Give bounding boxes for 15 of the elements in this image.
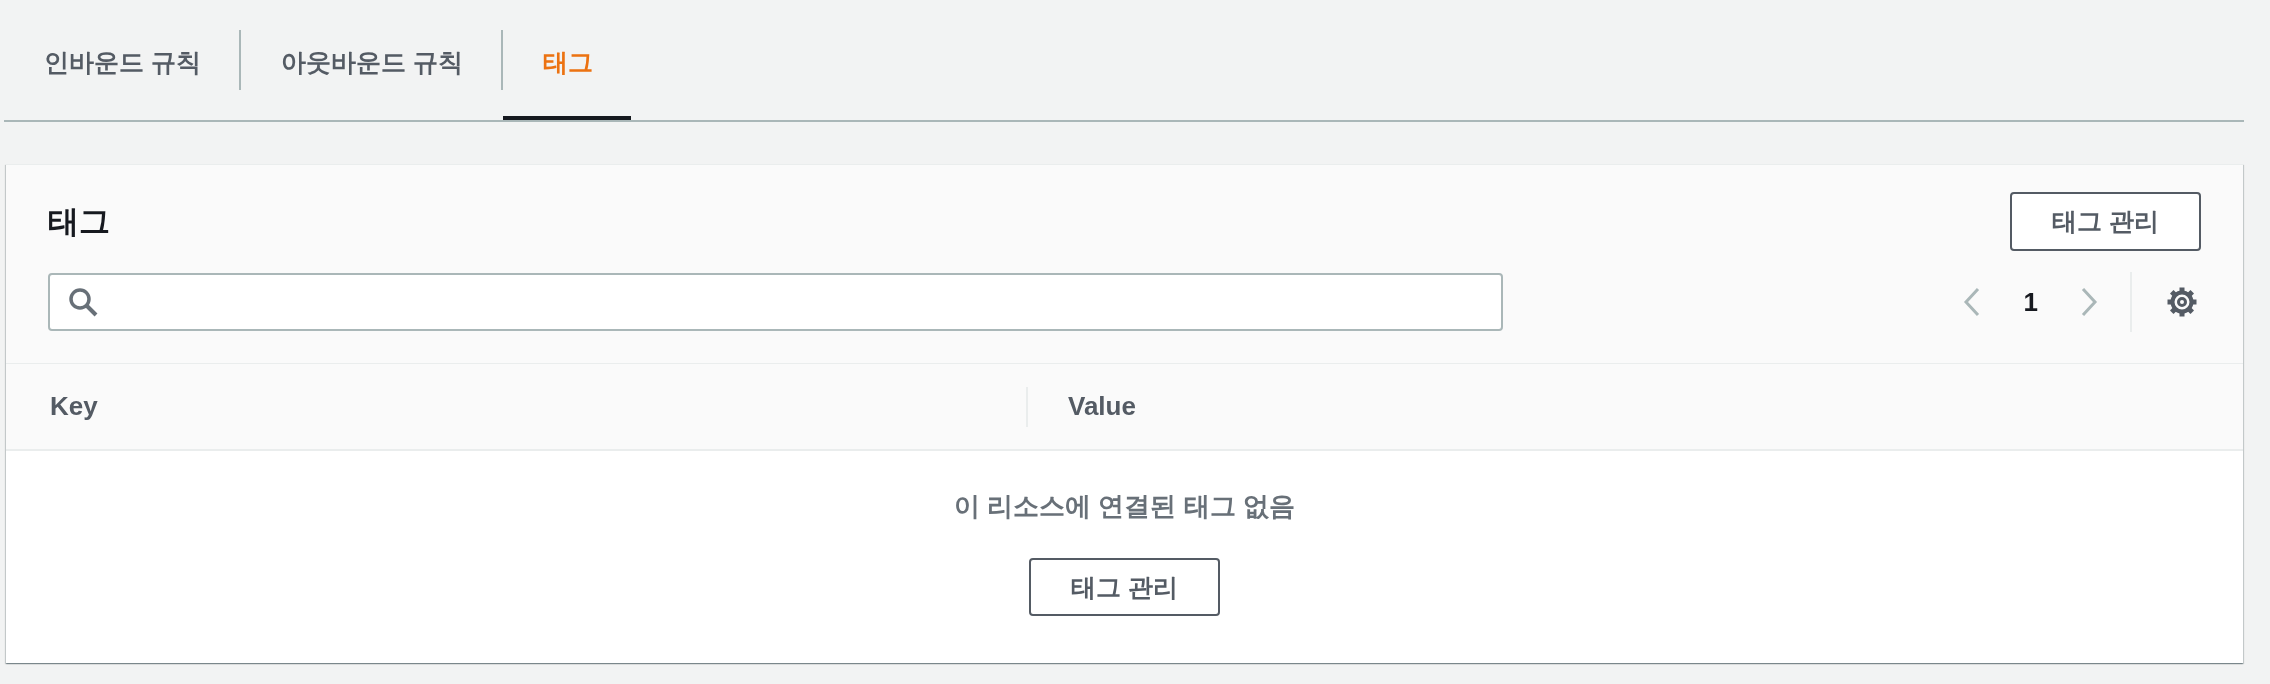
search-icon: [68, 287, 98, 317]
chevron-right-icon: [2080, 287, 2098, 317]
manage-tags-button[interactable]: 태그 관리: [1029, 558, 1220, 616]
empty-state-message: 이 리소스에 연결된 태그 없음: [954, 490, 1295, 523]
tab[interactable]: 아웃바운드 규칙: [240, 0, 501, 120]
search-field[interactable]: [48, 273, 1503, 331]
page-number-button[interactable]: 1: [2023, 287, 2038, 317]
settings-icon: [2166, 286, 2198, 318]
column-header: Key: [50, 391, 98, 422]
manage-tags-button[interactable]: 태그 관리: [2010, 192, 2201, 251]
chevron-left-icon: [1962, 287, 1981, 317]
panel-title: 태그: [48, 202, 110, 241]
settings-button[interactable]: [2166, 286, 2198, 318]
tab[interactable]: 인바운드 규칙: [4, 0, 239, 120]
column-header: Value: [1068, 391, 1136, 422]
